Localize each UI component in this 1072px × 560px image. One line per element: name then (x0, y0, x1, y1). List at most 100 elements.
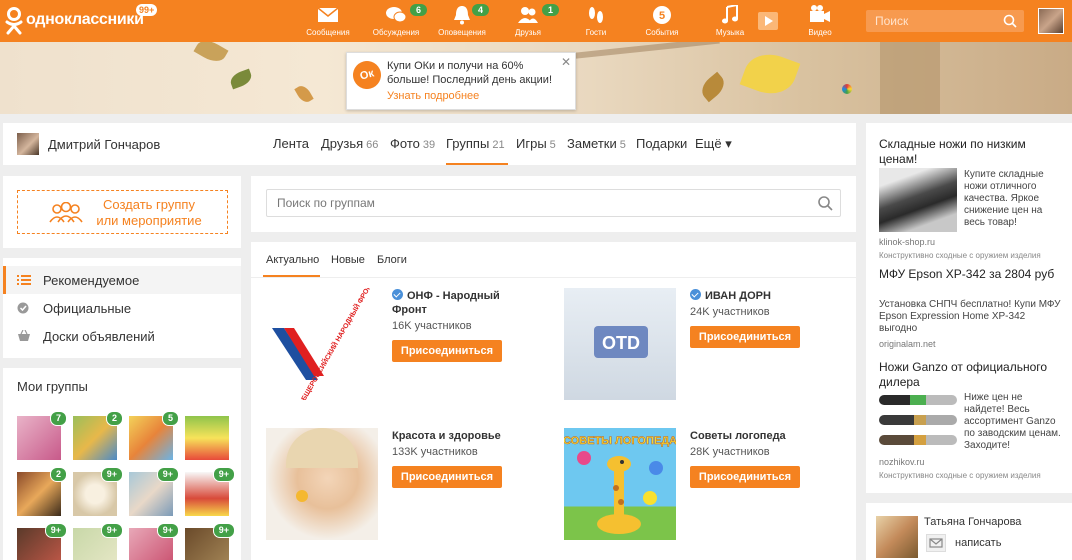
ad-knife-image[interactable] (879, 168, 957, 232)
group-badge: 2 (105, 411, 123, 426)
tab-friends[interactable]: Друзья 66 (321, 136, 378, 151)
group-title[interactable]: Красота и здоровье (392, 429, 512, 443)
nav-label: Друзья (515, 28, 541, 37)
group-title[interactable]: ИВАН ДОРН (690, 289, 810, 303)
subtab-blogs[interactable]: Блоги (377, 254, 407, 266)
group-image-speech-therapist[interactable]: СОВЕТЫ ЛОГОПЕДА (564, 428, 676, 540)
menu-item-boards[interactable]: Доски объявлений (3, 322, 241, 350)
tab-label: Фото (390, 136, 420, 151)
join-button[interactable]: Присоединиться (690, 326, 800, 348)
promo-learn-more-link[interactable]: Узнать подробнее (387, 90, 479, 102)
envelope-icon (317, 7, 339, 22)
tab-photos[interactable]: Фото 39 (390, 136, 435, 151)
menu-item-recommended[interactable]: Рекомендуемое (3, 266, 241, 294)
join-button[interactable]: Присоединиться (690, 466, 800, 488)
tab-count: 21 (492, 139, 505, 151)
menu-label: Доски объявлений (43, 329, 155, 344)
group-title[interactable]: ОНФ - Народный Фронт (392, 289, 512, 317)
my-group-thumbnail[interactable]: 9+ (73, 467, 123, 516)
leaf-decoration (228, 68, 254, 90)
knife-shape (879, 415, 957, 425)
nav-messages[interactable]: Сообщения (298, 5, 358, 41)
tab-label: Подарки (636, 136, 688, 151)
my-group-thumbnail[interactable]: 2 (17, 467, 67, 516)
tab-label: Игры (516, 136, 547, 151)
ad-url[interactable]: nozhikov.ru (879, 457, 924, 467)
join-button[interactable]: Присоединиться (392, 340, 502, 362)
nav-label: Видео (808, 28, 832, 37)
nav-video-play[interactable] (742, 5, 794, 41)
active-subtab-indicator (263, 275, 320, 277)
color-wheel-icon[interactable] (842, 84, 852, 94)
ad-knives-image[interactable] (879, 391, 957, 453)
create-group-button[interactable]: Создать группу или мероприятие (17, 190, 228, 234)
ad-title[interactable]: Ножи Ganzo от официального дилера (879, 360, 1065, 390)
group-people-icon (49, 202, 83, 223)
menu-label: Рекомендуемое (43, 273, 140, 288)
video-play-icon (758, 12, 778, 30)
subtab-new[interactable]: Новые (331, 254, 365, 266)
my-group-thumbnail[interactable]: 9+ (129, 467, 179, 516)
nav-label: События (645, 28, 679, 37)
ad-url[interactable]: klinok-shop.ru (879, 237, 935, 247)
my-group-thumbnail[interactable]: 7 (17, 411, 67, 460)
divider (251, 277, 856, 278)
nav-guests[interactable]: Гости (566, 5, 626, 41)
my-group-thumbnail[interactable]: 9+ (185, 523, 235, 560)
group-search-input[interactable] (266, 189, 841, 217)
friend-name[interactable]: Татьяна Гончарова (924, 516, 1021, 528)
subtab-actual[interactable]: Актуально (266, 254, 319, 266)
write-message-link[interactable]: написать (955, 537, 1001, 549)
otd-image-text: OTD (602, 333, 640, 353)
profile-name[interactable]: Дмитрий Гончаров (48, 137, 160, 152)
my-group-thumbnail[interactable]: 9+ (17, 523, 67, 560)
friend-avatar[interactable] (876, 516, 918, 558)
profile-avatar[interactable] (17, 133, 39, 155)
my-group-thumbnail[interactable]: 9+ (129, 523, 179, 560)
my-group-thumbnail[interactable]: 9+ (73, 523, 123, 560)
ads-panel: Складные ножи по низким ценам! Купите ск… (866, 123, 1072, 493)
my-group-thumbnail[interactable] (185, 416, 229, 460)
events-icon: 5 (653, 6, 671, 24)
bell-icon (454, 6, 470, 25)
profile-bar: Дмитрий Гончаров Лента Друзья 66 Фото 39 Г… (3, 123, 856, 165)
nav-video[interactable]: Видео (790, 5, 850, 41)
search-input[interactable] (866, 10, 996, 32)
logo-badge: 99+ (136, 4, 158, 16)
chat-bubbles-icon (386, 7, 407, 23)
search-icon[interactable] (1003, 14, 1017, 28)
tab-notes[interactable]: Заметки 5 (567, 136, 626, 151)
group-image-onf[interactable]: ОБЩЕРОССИЙСКИЙ НАРОДНЫЙ ФРОНТ (266, 288, 378, 400)
my-group-thumbnail[interactable]: 5 (129, 411, 179, 460)
leaf-decoration (697, 71, 729, 103)
menu-item-official[interactable]: Официальные (3, 294, 241, 322)
ad-text: Установка СНПЧ бесплатно! Купи МФУ Epson… (879, 299, 1061, 334)
my-group-thumbnail[interactable]: 2 (73, 411, 123, 460)
group-image-beauty[interactable] (266, 428, 378, 540)
ad-url[interactable]: originalam.net (879, 339, 936, 349)
tab-gifts[interactable]: Подарки (636, 136, 687, 151)
tab-label: Ещё ▾ (695, 136, 732, 151)
join-button[interactable]: Присоединиться (392, 466, 502, 488)
leaf-decoration (193, 42, 229, 67)
message-icon[interactable] (926, 534, 946, 552)
my-group-thumbnail[interactable]: 9+ (185, 467, 235, 516)
tab-games[interactable]: Игры 5 (516, 136, 556, 151)
camera-icon (810, 5, 830, 22)
tab-more[interactable]: Ещё ▾ (695, 136, 732, 152)
tab-label: Заметки (567, 136, 617, 151)
tab-groups[interactable]: Группы 21 (446, 136, 505, 151)
user-avatar[interactable] (1038, 8, 1064, 34)
tab-feed[interactable]: Лента (273, 136, 309, 151)
close-icon[interactable]: ✕ (561, 55, 571, 69)
odnoklassniki-logo-icon[interactable] (4, 6, 24, 36)
group-image-ivan-dorn[interactable]: OTD (564, 288, 676, 400)
nav-events[interactable]: 5 События (632, 5, 692, 41)
ad-title[interactable]: Складные ножи по низким ценам! (879, 137, 1065, 167)
tab-label: Группы (446, 136, 490, 151)
ad-title[interactable]: МФУ Epson XP-342 за 2804 руб (879, 267, 1065, 282)
logo-text[interactable]: одноклассники (26, 11, 144, 29)
nav-label: Оповещения (438, 28, 486, 37)
group-title[interactable]: Советы логопеда (690, 429, 810, 443)
search-icon[interactable] (817, 195, 833, 211)
